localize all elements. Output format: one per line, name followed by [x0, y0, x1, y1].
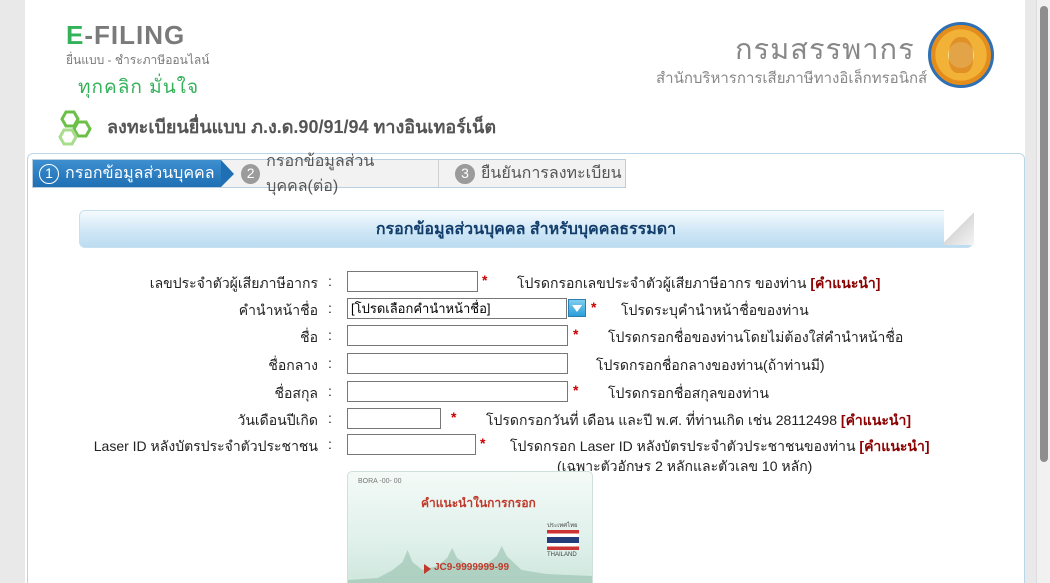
laser-id-sample-image: BORA -00- 00 คำแนะนำในการกรอก ประเทศไทย … [347, 471, 593, 583]
laser-id-sample-caption: คำแนะนำในการกรอก [421, 496, 536, 510]
tax-id-advice-link[interactable]: [คำแนะนำ] [810, 275, 880, 291]
first-name-colon: : [328, 327, 332, 343]
tax-id-colon: : [328, 273, 332, 289]
title-colon: : [328, 300, 332, 316]
birth-date-hint: โปรดกรอกวันที่ เดือน และปี พ.ศ. ที่ท่านเ… [486, 410, 911, 432]
card-small-text: BORA -00- 00 [358, 478, 402, 485]
birth-date-advice-link[interactable]: [คำแนะนำ] [841, 412, 911, 428]
card-flag-caption: ประเทศไทย [547, 523, 578, 529]
step-2-label: กรอกข้อมูลส่วนบุคคล(ต่อ) [266, 152, 375, 195]
step-2-number: 2 [241, 163, 261, 184]
step-progress-bar: 1 กรอกข้อมูลส่วนบุคคล 2 กรอกข้อมูลส่วนบุ… [32, 153, 626, 195]
efiling-logo[interactable]: E-FILING ยื่นแบบ - ชำระภาษีออนไลน์ ทุกคล… [66, 22, 226, 102]
pointer-arrow-icon [424, 564, 431, 574]
first-name-hint: โปรดกรอกชื่อของท่านโดยไม่ต้องใส่คำนำหน้า… [608, 329, 904, 345]
tax-id-required-mark: * [482, 272, 488, 288]
tax-id-hint-text: โปรดกรอกเลขประจำตัวผู้เสียภาษีอากร ของท่… [517, 275, 807, 291]
middle-name-input[interactable] [347, 353, 568, 374]
birth-date-required-mark: * [451, 409, 457, 425]
step-3-number: 3 [455, 163, 475, 184]
first-name-required-mark: * [573, 326, 579, 342]
birth-date-label: วันเดือนปีเกิด [237, 412, 318, 428]
efiling-slogan: ทุกคลิก มั่นใจ [78, 77, 200, 98]
laser-id-hint: โปรดกรอก Laser ID หลังบัตรประจำตัวประชาช… [510, 436, 930, 458]
step-3: 3 ยืนยันการลงทะเบียน [438, 160, 623, 187]
hexagon-chain-icon [58, 110, 92, 146]
laser-id-input[interactable] [347, 434, 476, 455]
revenue-department-seal-icon [928, 22, 994, 88]
tax-id-hint: โปรดกรอกเลขประจำตัวผู้เสียภาษีอากร ของท่… [517, 273, 880, 295]
birth-date-colon: : [328, 410, 332, 426]
birth-date-hint-text: โปรดกรอกวันที่ เดือน และปี พ.ศ. ที่ท่านเ… [486, 412, 838, 428]
last-name-hint: โปรดกรอกชื่อสกุลของท่าน [608, 385, 769, 401]
middle-name-hint: โปรดกรอกชื่อกลางของท่าน(ถ้าท่านมี) [596, 357, 825, 373]
page-title: ลงทะเบียนยื่นแบบ ภ.ง.ด.90/91/94 ทางอินเท… [107, 117, 497, 137]
efiling-wordmark: E-FILING [66, 20, 186, 50]
laser-id-format-note: (เฉพาะตัวอักษร 2 หลักและตัวเลข 10 หลัก) [557, 458, 813, 474]
section-header: กรอกข้อมูลส่วนบุคคล สำหรับบุคคลธรรมดา [79, 210, 973, 248]
scrollbar-thumb[interactable] [1040, 6, 1048, 462]
vertical-scrollbar[interactable] [1036, 0, 1050, 583]
chevron-down-icon[interactable] [568, 299, 586, 317]
laser-id-label: Laser ID หลังบัตรประจำตัวประชาชน [93, 438, 318, 454]
title-required-mark: * [591, 299, 597, 315]
step-1-label: กรอกข้อมูลส่วนบุคคล [65, 165, 215, 182]
title-label: คำนำหน้าชื่อ [238, 302, 318, 318]
tax-id-label: เลขประจำตัวผู้เสียภาษีอากร [149, 275, 318, 291]
laser-id-hint-text: โปรดกรอก Laser ID หลังบัตรประจำตัวประชาช… [510, 438, 856, 454]
first-name-label: ชื่อ [300, 329, 318, 345]
title-select[interactable] [347, 298, 567, 319]
efiling-subtitle: ยื่นแบบ - ชำระภาษีออนไลน์ [66, 53, 210, 67]
last-name-input[interactable] [347, 381, 568, 402]
step-2: 2 กรอกข้อมูลส่วนบุคคล(ต่อ) [221, 153, 438, 195]
step-1-number: 1 [39, 163, 59, 184]
department-subtitle: สำนักบริหารการเสียภาษีทางอิเล็กทรอนิกส์ [656, 70, 928, 87]
last-name-required-mark: * [573, 382, 579, 398]
laser-id-required-mark: * [480, 435, 486, 451]
last-name-label: ชื่อสกุล [274, 385, 318, 401]
step-3-label: ยืนยันการลงทะเบียน [481, 165, 622, 182]
middle-name-colon: : [328, 355, 332, 371]
tax-id-input[interactable] [347, 271, 478, 292]
laser-id-sample-code: JC9-9999999-99 [434, 562, 510, 573]
laser-id-colon: : [328, 436, 332, 452]
step-1: 1 กรอกข้อมูลส่วนบุคคล [33, 160, 234, 187]
page-curl-decoration [944, 209, 974, 245]
last-name-colon: : [328, 383, 332, 399]
laser-id-advice-link[interactable]: [คำแนะนำ] [859, 438, 929, 454]
middle-name-label: ชื่อกลาง [268, 357, 318, 373]
birth-date-input[interactable] [347, 408, 441, 429]
first-name-input[interactable] [347, 325, 568, 346]
title-hint: โปรดระบุคำนำหน้าชื่อของท่าน [621, 302, 809, 318]
